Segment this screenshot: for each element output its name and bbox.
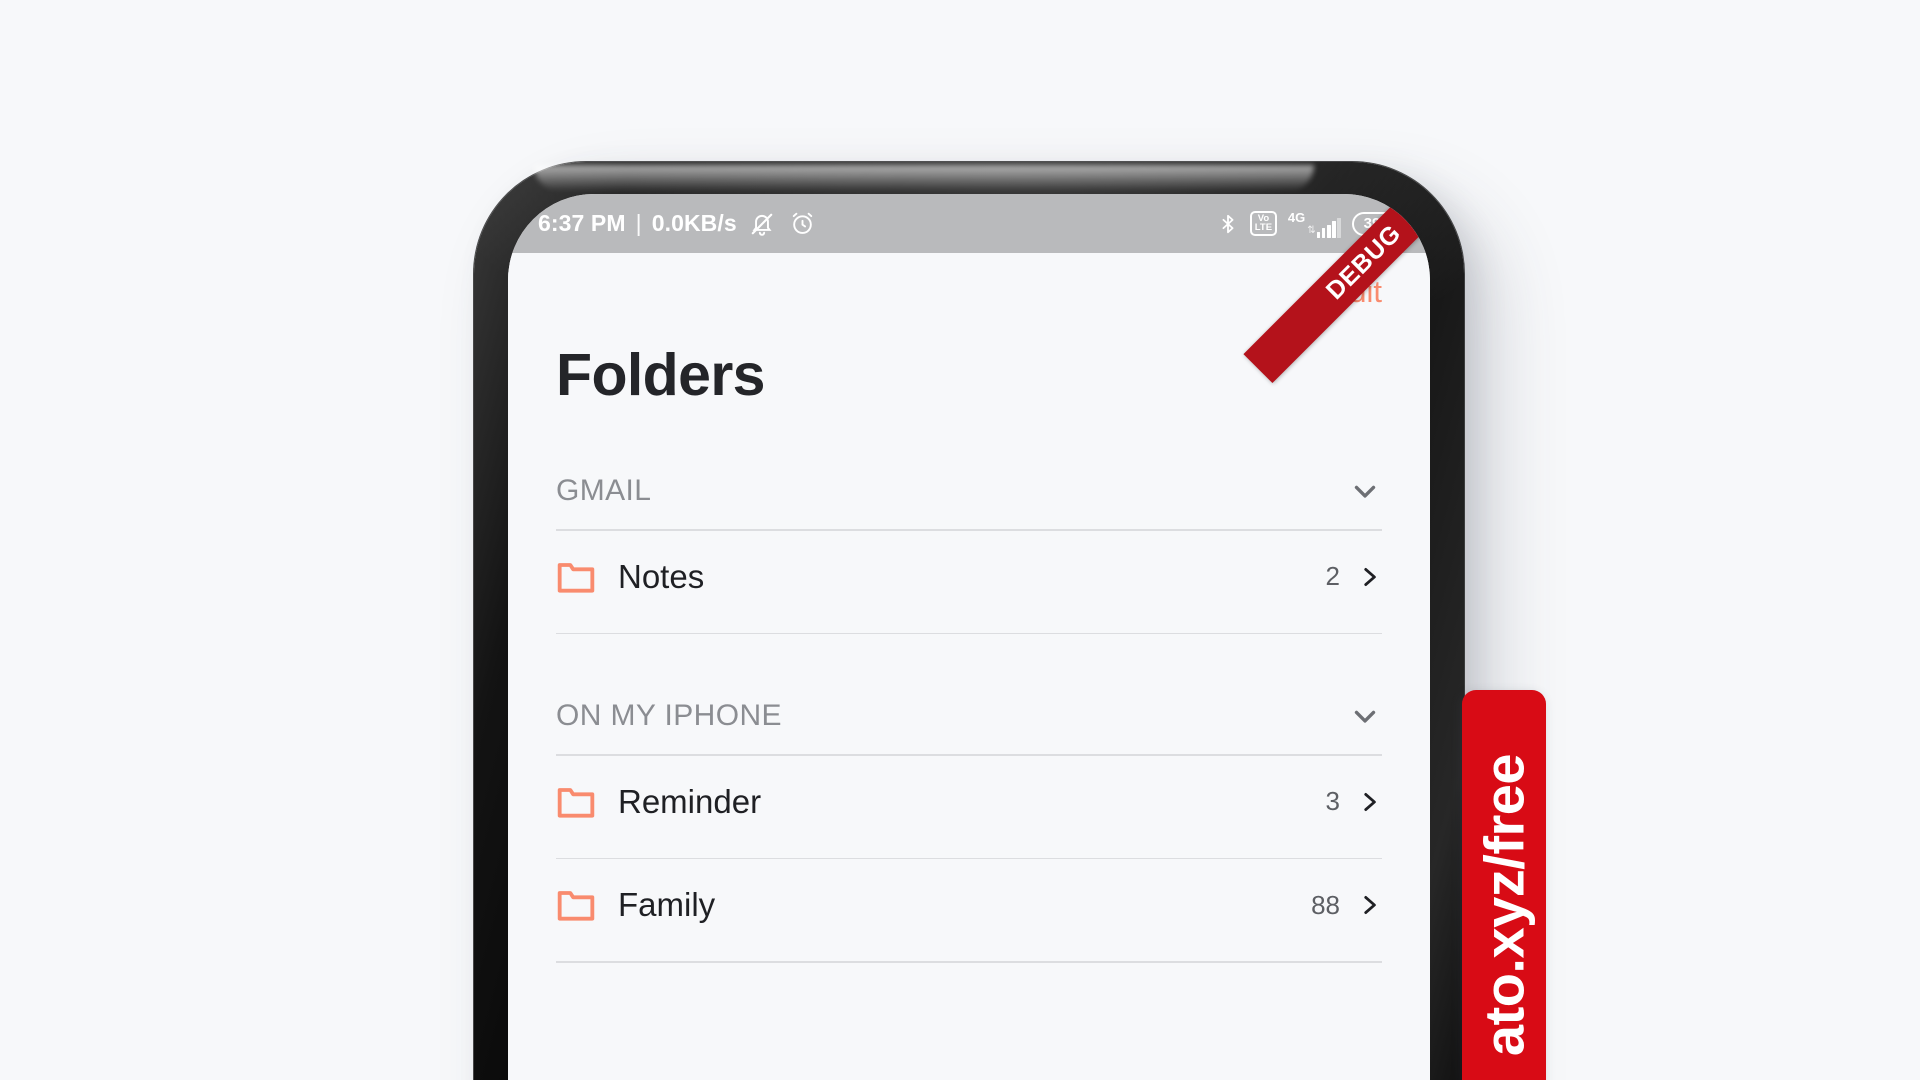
folder-label: Family bbox=[618, 886, 716, 924]
section-header-on-my-iphone[interactable]: ON MY IPHONE bbox=[508, 688, 1430, 744]
volte-icon: Vo LTE bbox=[1249, 211, 1277, 236]
folder-icon bbox=[556, 560, 618, 594]
section-on-my-iphone: ON MY IPHONE Reminder 3 Family 88 bbox=[508, 688, 1430, 963]
network-type-label: 4G bbox=[1287, 209, 1306, 225]
chevron-right-icon[interactable] bbox=[1356, 787, 1382, 817]
edit-button[interactable]: Edit bbox=[1327, 270, 1384, 314]
section-gmail: GMAIL Notes 2 bbox=[508, 463, 1430, 635]
status-bar-left: 6:37 PM | 0.0KB/s bbox=[538, 210, 816, 237]
chevron-down-icon[interactable] bbox=[1348, 474, 1382, 508]
status-bar: 6:37 PM | 0.0KB/s Vo LTE 4G ⇅ 39 bbox=[508, 194, 1430, 253]
bell-muted-icon bbox=[749, 211, 775, 237]
page-title: Folders bbox=[556, 342, 766, 408]
volte-bottom-label: LTE bbox=[1254, 221, 1273, 233]
status-bar-right: Vo LTE 4G ⇅ 39 bbox=[1217, 210, 1406, 238]
folder-row-notes[interactable]: Notes 2 bbox=[508, 531, 1430, 623]
folder-icon bbox=[556, 888, 618, 922]
signal-bars-icon bbox=[1316, 217, 1341, 238]
screenshot-stage: ato.xyz/free 6:37 PM | 0.0KB/s Vo LTE 4G… bbox=[0, 0, 1920, 1080]
folder-count: 2 bbox=[1325, 561, 1340, 592]
folder-label: Notes bbox=[618, 557, 705, 595]
battery-fill bbox=[1382, 215, 1398, 232]
phone-device-frame: 6:37 PM | 0.0KB/s Vo LTE 4G ⇅ 39 Edit Fo… bbox=[474, 162, 1464, 1080]
folder-label: Reminder bbox=[618, 782, 762, 820]
folder-row-reminder[interactable]: Reminder 3 bbox=[508, 756, 1430, 848]
chevron-right-icon[interactable] bbox=[1356, 562, 1382, 592]
folder-row-meta: 88 bbox=[1311, 890, 1382, 921]
status-bar-separator: | bbox=[635, 210, 642, 236]
network-signal-group: 4G ⇅ bbox=[1288, 210, 1341, 238]
status-bar-clock: 6:37 PM bbox=[538, 210, 626, 236]
section-header-gmail[interactable]: GMAIL bbox=[508, 463, 1430, 519]
status-bar-network-speed: 0.0KB/s bbox=[651, 210, 737, 236]
side-promo-tab[interactable]: ato.xyz/free bbox=[1462, 690, 1546, 1080]
section-title-gmail: GMAIL bbox=[556, 474, 652, 507]
chevron-down-icon[interactable] bbox=[1348, 699, 1382, 733]
app-nav-bar: Edit bbox=[508, 253, 1430, 331]
bluetooth-icon bbox=[1217, 211, 1239, 237]
notes-app-content: Edit Folders GMAIL Notes 2 ON MY IPHONE … bbox=[508, 253, 1430, 1080]
folder-row-meta: 3 bbox=[1326, 786, 1382, 817]
divider bbox=[556, 632, 1382, 635]
side-promo-tab-label: ato.xyz/free bbox=[1472, 753, 1536, 1057]
alarm-clock-icon bbox=[789, 210, 816, 237]
divider bbox=[556, 961, 1382, 963]
phone-screen: 6:37 PM | 0.0KB/s Vo LTE 4G ⇅ 39 Edit Fo… bbox=[508, 194, 1430, 1080]
folder-icon bbox=[556, 785, 618, 819]
battery-percent-label: 39 bbox=[1363, 215, 1381, 232]
folder-row-family[interactable]: Family 88 bbox=[508, 859, 1430, 951]
chevron-right-icon[interactable] bbox=[1356, 890, 1382, 920]
battery-icon: 39 bbox=[1352, 211, 1406, 236]
folder-row-meta: 2 bbox=[1326, 561, 1382, 592]
folder-count: 3 bbox=[1325, 786, 1340, 817]
data-transfer-arrows-icon: ⇅ bbox=[1307, 224, 1315, 236]
section-title-on-my-iphone: ON MY IPHONE bbox=[556, 699, 782, 733]
folder-count: 88 bbox=[1311, 889, 1340, 920]
